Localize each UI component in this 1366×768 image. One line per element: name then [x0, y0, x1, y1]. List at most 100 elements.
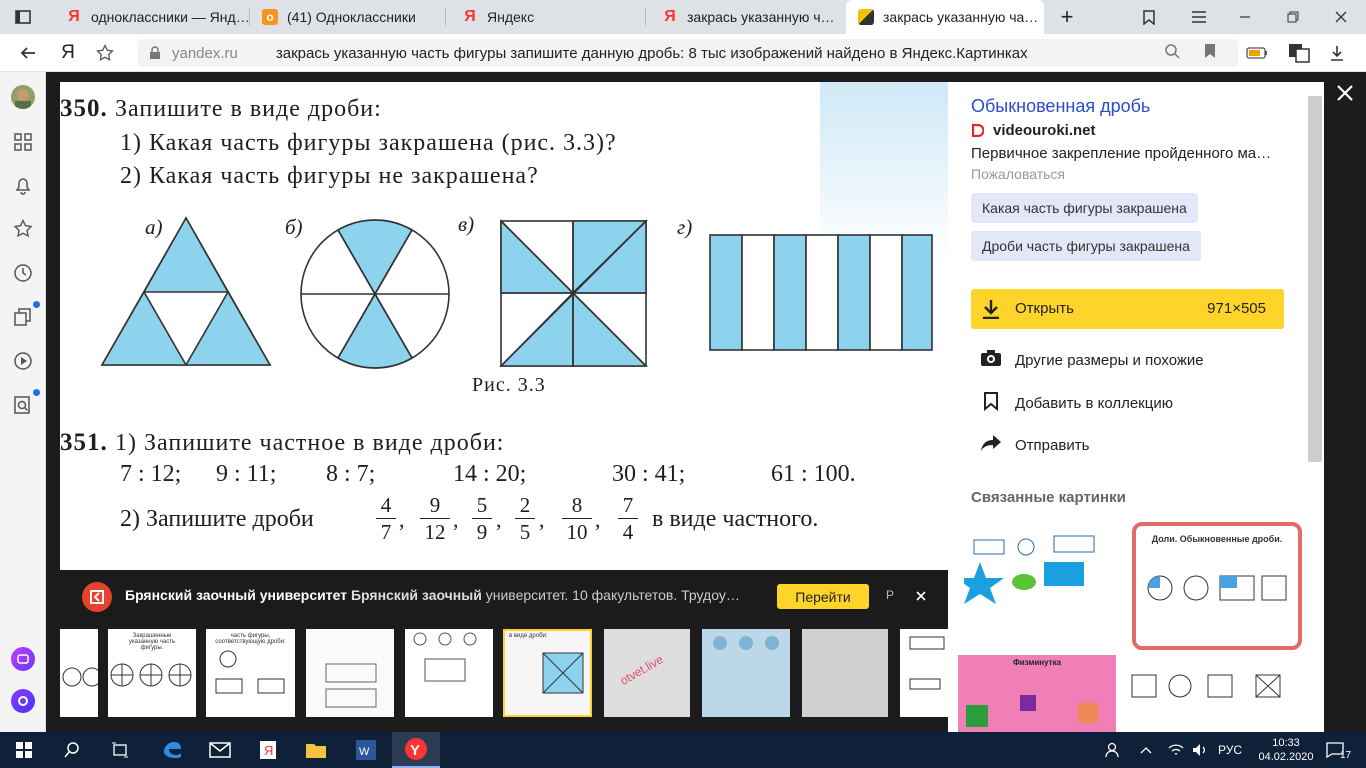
- minimize-button[interactable]: [1222, 0, 1268, 34]
- fraction-denominator: 10: [562, 518, 592, 545]
- thumbnail-7[interactable]: otvet.live: [604, 629, 690, 717]
- translate-icon[interactable]: [1282, 34, 1316, 72]
- thumbnail-8[interactable]: [702, 629, 790, 717]
- menu-icon[interactable]: [1176, 0, 1222, 34]
- star-icon[interactable]: [92, 34, 118, 72]
- source-domain: videouroki.net: [993, 122, 1096, 139]
- thumbnail-2[interactable]: Закрашенные указанную часть фигуры.: [108, 629, 196, 717]
- tab-5-active[interactable]: закрась указанную часть ф: [846, 0, 1044, 34]
- tab-strip: Я одноклассники — Яндекс о (41) Одноклас…: [0, 0, 1366, 34]
- close-viewer-icon[interactable]: [1330, 80, 1360, 106]
- svg-text:W: W: [359, 746, 370, 758]
- back-button[interactable]: [10, 34, 46, 72]
- favorites-star-icon[interactable]: [11, 217, 35, 241]
- related-image-1[interactable]: [964, 522, 1116, 650]
- yandex-icon: Я: [664, 8, 676, 25]
- thumbnail-4[interactable]: [306, 629, 394, 717]
- thumbnail-1[interactable]: [60, 629, 98, 717]
- battery-icon[interactable]: [1240, 34, 1274, 72]
- alice-messenger-icon[interactable]: [11, 647, 35, 671]
- figure-strips: [709, 234, 933, 351]
- tray-chevron-icon[interactable]: [1140, 732, 1152, 768]
- tab-2[interactable]: о (41) Одноклассники: [250, 0, 446, 34]
- related-image-4[interactable]: [1126, 655, 1302, 732]
- task-view-icon[interactable]: [96, 732, 144, 768]
- edge-icon[interactable]: [148, 732, 196, 768]
- related-image-2[interactable]: Доли. Обыкновенные дроби.: [1132, 522, 1302, 650]
- images-icon: [858, 9, 874, 25]
- yandex-logo-button[interactable]: Я: [54, 34, 82, 72]
- related-title: Связанные картинки: [971, 489, 1126, 506]
- preview-image[interactable]: 350. Запишите в виде дроби: 1) Какая час…: [60, 82, 948, 570]
- file-explorer-icon[interactable]: [292, 732, 340, 768]
- tab-1[interactable]: Я одноклассники — Яндекс: [54, 0, 250, 34]
- thumbnail-5[interactable]: [405, 629, 493, 717]
- windows-start-icon[interactable]: [0, 732, 48, 768]
- mail-icon[interactable]: [196, 732, 244, 768]
- search-zoom-icon[interactable]: [1164, 43, 1180, 63]
- bell-icon[interactable]: [11, 173, 35, 197]
- fraction-numerator: 4: [380, 493, 392, 517]
- fraction-numerator: 5: [476, 493, 488, 517]
- svg-text:Я: Я: [264, 743, 273, 758]
- quotient-6: 61 : 100.: [771, 461, 856, 487]
- page-title-in-address: закрась указанную часть фигуры запишите …: [275, 44, 1028, 62]
- tag-chip-2[interactable]: Дроби часть фигуры закрашена: [971, 231, 1201, 261]
- wifi-icon[interactable]: [1168, 732, 1184, 768]
- download-icon[interactable]: [1322, 34, 1352, 72]
- fraction-2: 9 12: [420, 492, 450, 545]
- notifications-icon[interactable]: 17: [1326, 732, 1351, 768]
- bookmark-page-icon[interactable]: [1204, 43, 1216, 63]
- thumbnail-6-selected[interactable]: в виде дроби:: [503, 629, 592, 717]
- video-play-icon[interactable]: [11, 349, 35, 373]
- bookmarks-icon[interactable]: [1126, 0, 1172, 34]
- figure-caption: Рис. 3.3: [472, 374, 546, 396]
- language-indicator[interactable]: РУС: [1218, 732, 1242, 768]
- people-icon[interactable]: [1104, 732, 1120, 768]
- ad-banner[interactable]: Брянский заочный университет Брянский за…: [60, 571, 948, 623]
- ad-close-icon[interactable]: [912, 586, 930, 606]
- thumbnail-10[interactable]: [900, 629, 948, 717]
- image-details-panel: Обыкновенная дробь videouroki.net Первич…: [948, 82, 1324, 732]
- open-button[interactable]: Открыть 971×505: [971, 289, 1284, 329]
- new-tab-button[interactable]: +: [1044, 0, 1090, 34]
- fraction-3: 5 9: [472, 492, 492, 545]
- word-icon[interactable]: W: [342, 732, 390, 768]
- add-collection-action[interactable]: Добавить в коллекцию: [980, 391, 1173, 416]
- fraction-denominator: 4: [618, 518, 638, 545]
- history-clock-icon[interactable]: [11, 261, 35, 285]
- yandex-browser-active-icon[interactable]: Y: [392, 732, 440, 768]
- browser-sidebar: [0, 72, 46, 732]
- other-sizes-action[interactable]: Другие размеры и похожие: [980, 349, 1204, 372]
- tab-3[interactable]: Я Яндекс: [450, 0, 646, 34]
- panel-scrollbar[interactable]: [1308, 96, 1322, 462]
- tag-chip-1[interactable]: Какая часть фигуры закрашена: [971, 193, 1198, 223]
- share-action[interactable]: Отправить: [980, 434, 1089, 457]
- yandex-browser-icon[interactable]: Я: [244, 732, 292, 768]
- avatar[interactable]: [11, 85, 35, 109]
- image-search-icon[interactable]: [11, 393, 35, 417]
- thumbnail-9[interactable]: [802, 629, 888, 717]
- problem-351-part2-suffix: в виде частного.: [652, 506, 819, 532]
- figures-drawing: [100, 216, 933, 369]
- source-row[interactable]: videouroki.net: [972, 122, 1096, 139]
- volume-icon[interactable]: [1192, 732, 1208, 768]
- tab-4[interactable]: Я закрась указанную часть ф: [650, 0, 842, 34]
- image-title-link[interactable]: Обыкновенная дробь: [971, 96, 1150, 117]
- complain-link[interactable]: Пожаловаться: [971, 166, 1065, 182]
- alice-voice-icon[interactable]: [11, 689, 35, 713]
- search-icon[interactable]: [48, 732, 96, 768]
- clock[interactable]: 10:33 04.02.2020: [1258, 732, 1314, 768]
- restore-button[interactable]: [1270, 0, 1316, 34]
- url-domain: yandex.ru: [172, 44, 238, 62]
- related-image-3[interactable]: Физминутка: [958, 655, 1116, 732]
- ad-go-button[interactable]: Перейти: [777, 584, 869, 609]
- address-field[interactable]: yandex.ru закрась указанную часть фигуры…: [138, 39, 1238, 67]
- zen-feed-icon[interactable]: [11, 305, 35, 329]
- quotient-2: 9 : 11;: [216, 461, 277, 487]
- apps-grid-icon[interactable]: [11, 130, 35, 154]
- thumbnail-3[interactable]: часть фигуры, соответствующую дроби:: [206, 629, 295, 717]
- quotient-5: 30 : 41;: [612, 461, 686, 487]
- close-window-button[interactable]: [1318, 0, 1364, 34]
- tab-manager-icon[interactable]: [0, 0, 46, 34]
